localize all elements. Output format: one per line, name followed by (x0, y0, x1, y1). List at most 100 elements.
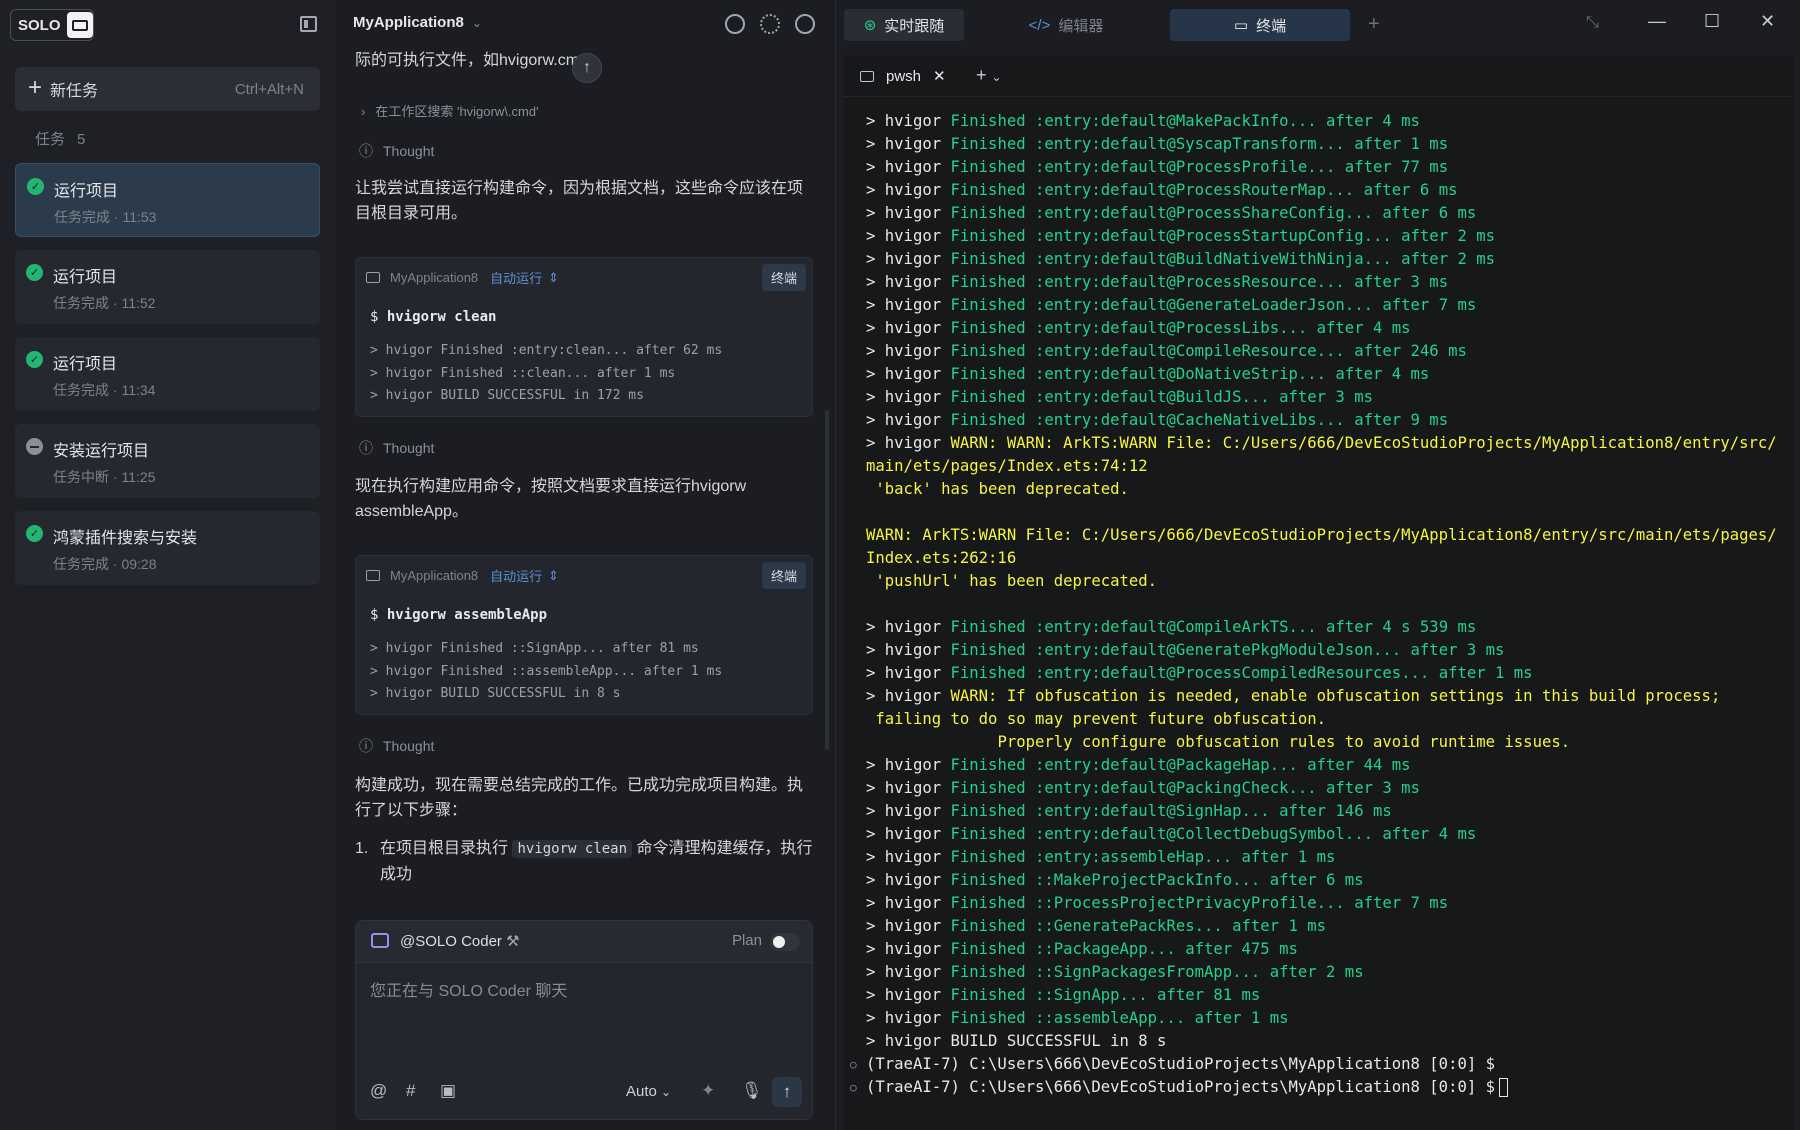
command-text: hvigorw clean (386, 309, 497, 325)
model-select[interactable]: Auto ⌄ (626, 1083, 671, 1100)
tab-label: 终端 (1256, 17, 1287, 35)
tab-editor[interactable]: </> 编辑器 (976, 9, 1156, 41)
terminal-line: > hvigor Finished ::PackageApp... after … (866, 938, 1786, 961)
terminal-line: > hvigor Finished :entry:default@Process… (866, 156, 1786, 179)
new-task-shortcut: Ctrl+Alt+N (234, 80, 304, 98)
open-terminal-button[interactable]: 终端 (761, 562, 806, 589)
terminal-line: > hvigor Finished :entry:assembleHap... … (866, 846, 1786, 869)
plan-toggle[interactable] (770, 933, 800, 951)
microphone-icon[interactable]: 🎙 (741, 1081, 763, 1101)
gear-icon[interactable] (760, 14, 780, 34)
task-subtitle: 任务完成 · 11:34 (53, 382, 156, 398)
terminal-text: Finished :entry:default@ProcessLibs... a… (950, 319, 1411, 337)
close-icon[interactable]: ✕ (933, 67, 946, 85)
thought-label[interactable]: Thought (359, 736, 434, 756)
command-text: hvigorw assembleApp (386, 607, 548, 623)
terminal-line: > hvigor Finished :entry:default@SignHap… (866, 800, 1786, 823)
image-icon[interactable]: ▣ (440, 1081, 456, 1101)
project-selector[interactable]: MyApplication8 ⌄ (353, 14, 482, 31)
chevron-down-icon: ⌄ (661, 1085, 672, 1099)
terminal-text: BUILD SUCCESSFUL in 8 s (950, 1032, 1167, 1050)
terminal-line: > hvigor Finished :entry:default@SyscapT… (866, 133, 1786, 156)
check-circle-icon: ✓ (26, 351, 43, 368)
task-item[interactable]: ✓ 运行项目 任务完成 · 11:52 (15, 250, 320, 324)
task-sidebar: SOLO + 新任务 Ctrl+Alt+N 任务 5 ✓ 运行项目 任务完成 · … (0, 0, 336, 1130)
model-label: Auto (626, 1083, 657, 1100)
terminal-cursor (1499, 1078, 1509, 1097)
terminal-text: Finished :entry:default@GenerateLoaderJs… (950, 296, 1477, 314)
assistant-text: 让我尝试直接运行构建命令，因为根据文档，这些命令应该在项目根目录可用。 (355, 180, 804, 222)
project-name: MyApplication8 (353, 14, 464, 31)
terminal-text: Finished ::ProcessProjectPrivacyProfile.… (950, 894, 1449, 912)
terminal-prefix: > hvigor (866, 319, 951, 337)
send-button[interactable]: ↑ (772, 1077, 802, 1107)
maximize-icon[interactable]: ☐ (1704, 11, 1720, 32)
mention-icon[interactable]: @ (370, 1081, 387, 1101)
task-title: 安装运行项目 (53, 443, 150, 460)
shell-prompt: ○ (TraeAI-7) C:\Users\666\DevEcoStudioPro… (850, 1053, 1786, 1076)
minimize-icon[interactable]: — (1648, 11, 1666, 32)
terminal-line: > hvigor WARN: WARN: ArkTS:WARN File: C:… (866, 432, 1786, 616)
command-line: $ hvigorw clean (370, 309, 497, 325)
scroll-up-button[interactable]: ↑ (572, 53, 602, 83)
assistant-text: 构建成功，现在需要总结完成的工作。已成功完成项目构建。执行了以下步骤： (355, 777, 804, 819)
thought-label[interactable]: Thought (359, 141, 434, 161)
agent-selector[interactable]: @SOLO Coder ⚒ (400, 932, 520, 950)
new-chat-icon[interactable] (725, 14, 745, 34)
terminal-line: > hvigor BUILD SUCCESSFUL in 8 s (866, 1030, 1786, 1053)
terminal-prefix: > hvigor (866, 204, 951, 222)
terminal-icon (366, 272, 380, 283)
account-icon[interactable] (795, 14, 815, 34)
collapse-icon[interactable]: ⤡ (1586, 14, 1599, 32)
terminal-text: Finished :entry:default@CacheNativeLibs.… (950, 411, 1449, 429)
task-title: 鸿蒙插件搜索与安装 (53, 530, 198, 547)
hash-icon[interactable]: # (406, 1081, 415, 1101)
prompt-status-icon: ○ (850, 1058, 857, 1071)
workspace-tabs: ⊛ 实时跟随 </> 编辑器 ▭ 终端 + ⤡ — ☐ ✕ (836, 0, 1800, 50)
new-task-button[interactable]: + 新任务 Ctrl+Alt+N (15, 67, 320, 111)
solo-box-icon (66, 12, 93, 38)
new-terminal-icon[interactable]: + ⌄ (976, 65, 1002, 86)
task-title: 运行项目 (53, 356, 118, 373)
step-text-pre: 在项目根目录执行 (380, 840, 509, 857)
task-item[interactable]: 安装运行项目 任务中断 · 11:25 (15, 424, 320, 498)
card-header: MyApplication8 自动运行 ⇕ (366, 566, 559, 585)
close-icon[interactable]: ✕ (1760, 11, 1775, 32)
terminal-panel[interactable]: pwsh ✕ + ⌄ > hvigor Finished :entry:defa… (844, 56, 1794, 1130)
terminal-tab-pwsh[interactable]: pwsh ✕ (860, 67, 946, 85)
terminal-prefix: > hvigor (866, 986, 951, 1004)
thought-label[interactable]: Thought (359, 438, 434, 458)
code-icon: </> (1028, 16, 1051, 34)
plan-label: Plan (731, 932, 762, 949)
task-item[interactable]: ✓ 运行项目 任务完成 · 11:34 (15, 337, 320, 411)
tools-icon: ⚒ (506, 933, 520, 950)
sparkle-icon[interactable]: ✦ (701, 1081, 715, 1101)
chevron-right-icon: › (361, 104, 366, 119)
chat-input[interactable]: 您正在与 SOLO Coder 聊天 (370, 977, 567, 1001)
tab-live-follow[interactable]: ⊛ 实时跟随 (844, 9, 964, 41)
tab-terminal[interactable]: ▭ 终端 (1170, 9, 1350, 41)
terminal-prefix: > hvigor (866, 158, 951, 176)
terminal-prefix: > hvigor (866, 848, 951, 866)
logo-text: SOLO (18, 16, 61, 34)
terminal-text: Finished :entry:default@SignHap... after… (950, 802, 1392, 820)
search-step[interactable]: › 在工作区搜索 'hvigorw\.cmd' (361, 101, 539, 120)
task-item[interactable]: ✓ 鸿蒙插件搜索与安装 任务完成 · 09:28 (15, 511, 320, 585)
search-step-label: 在工作区搜索 'hvigorw\.cmd' (375, 104, 539, 119)
terminal-line: > hvigor Finished :entry:default@Compile… (866, 616, 1786, 639)
sidebar-toggle-icon[interactable] (300, 16, 317, 32)
terminal-text: Finished ::SignApp... after 81 ms (950, 986, 1261, 1004)
terminal-text: Finished :entry:default@BuildNativeWithN… (950, 250, 1496, 268)
add-tab-icon[interactable]: + (1368, 13, 1380, 36)
terminal-prefix: > hvigor (866, 227, 951, 245)
terminal-line: > hvigor Finished :entry:default@Generat… (866, 294, 1786, 317)
task-item[interactable]: ✓ 运行项目 任务完成 · 11:53 (15, 163, 320, 237)
auto-run-select[interactable]: 自动运行 (490, 566, 542, 585)
chat-scrollbar[interactable] (825, 410, 829, 750)
terminal-prefix: > hvigor (866, 871, 951, 889)
terminal-line: > hvigor Finished ::SignPackagesFromApp.… (866, 961, 1786, 984)
open-terminal-button[interactable]: 终端 (761, 264, 806, 291)
terminal-line: > hvigor Finished :entry:default@Packing… (866, 777, 1786, 800)
auto-run-select[interactable]: 自动运行 (490, 268, 542, 287)
task-subtitle: 任务完成 · 11:52 (53, 295, 156, 311)
